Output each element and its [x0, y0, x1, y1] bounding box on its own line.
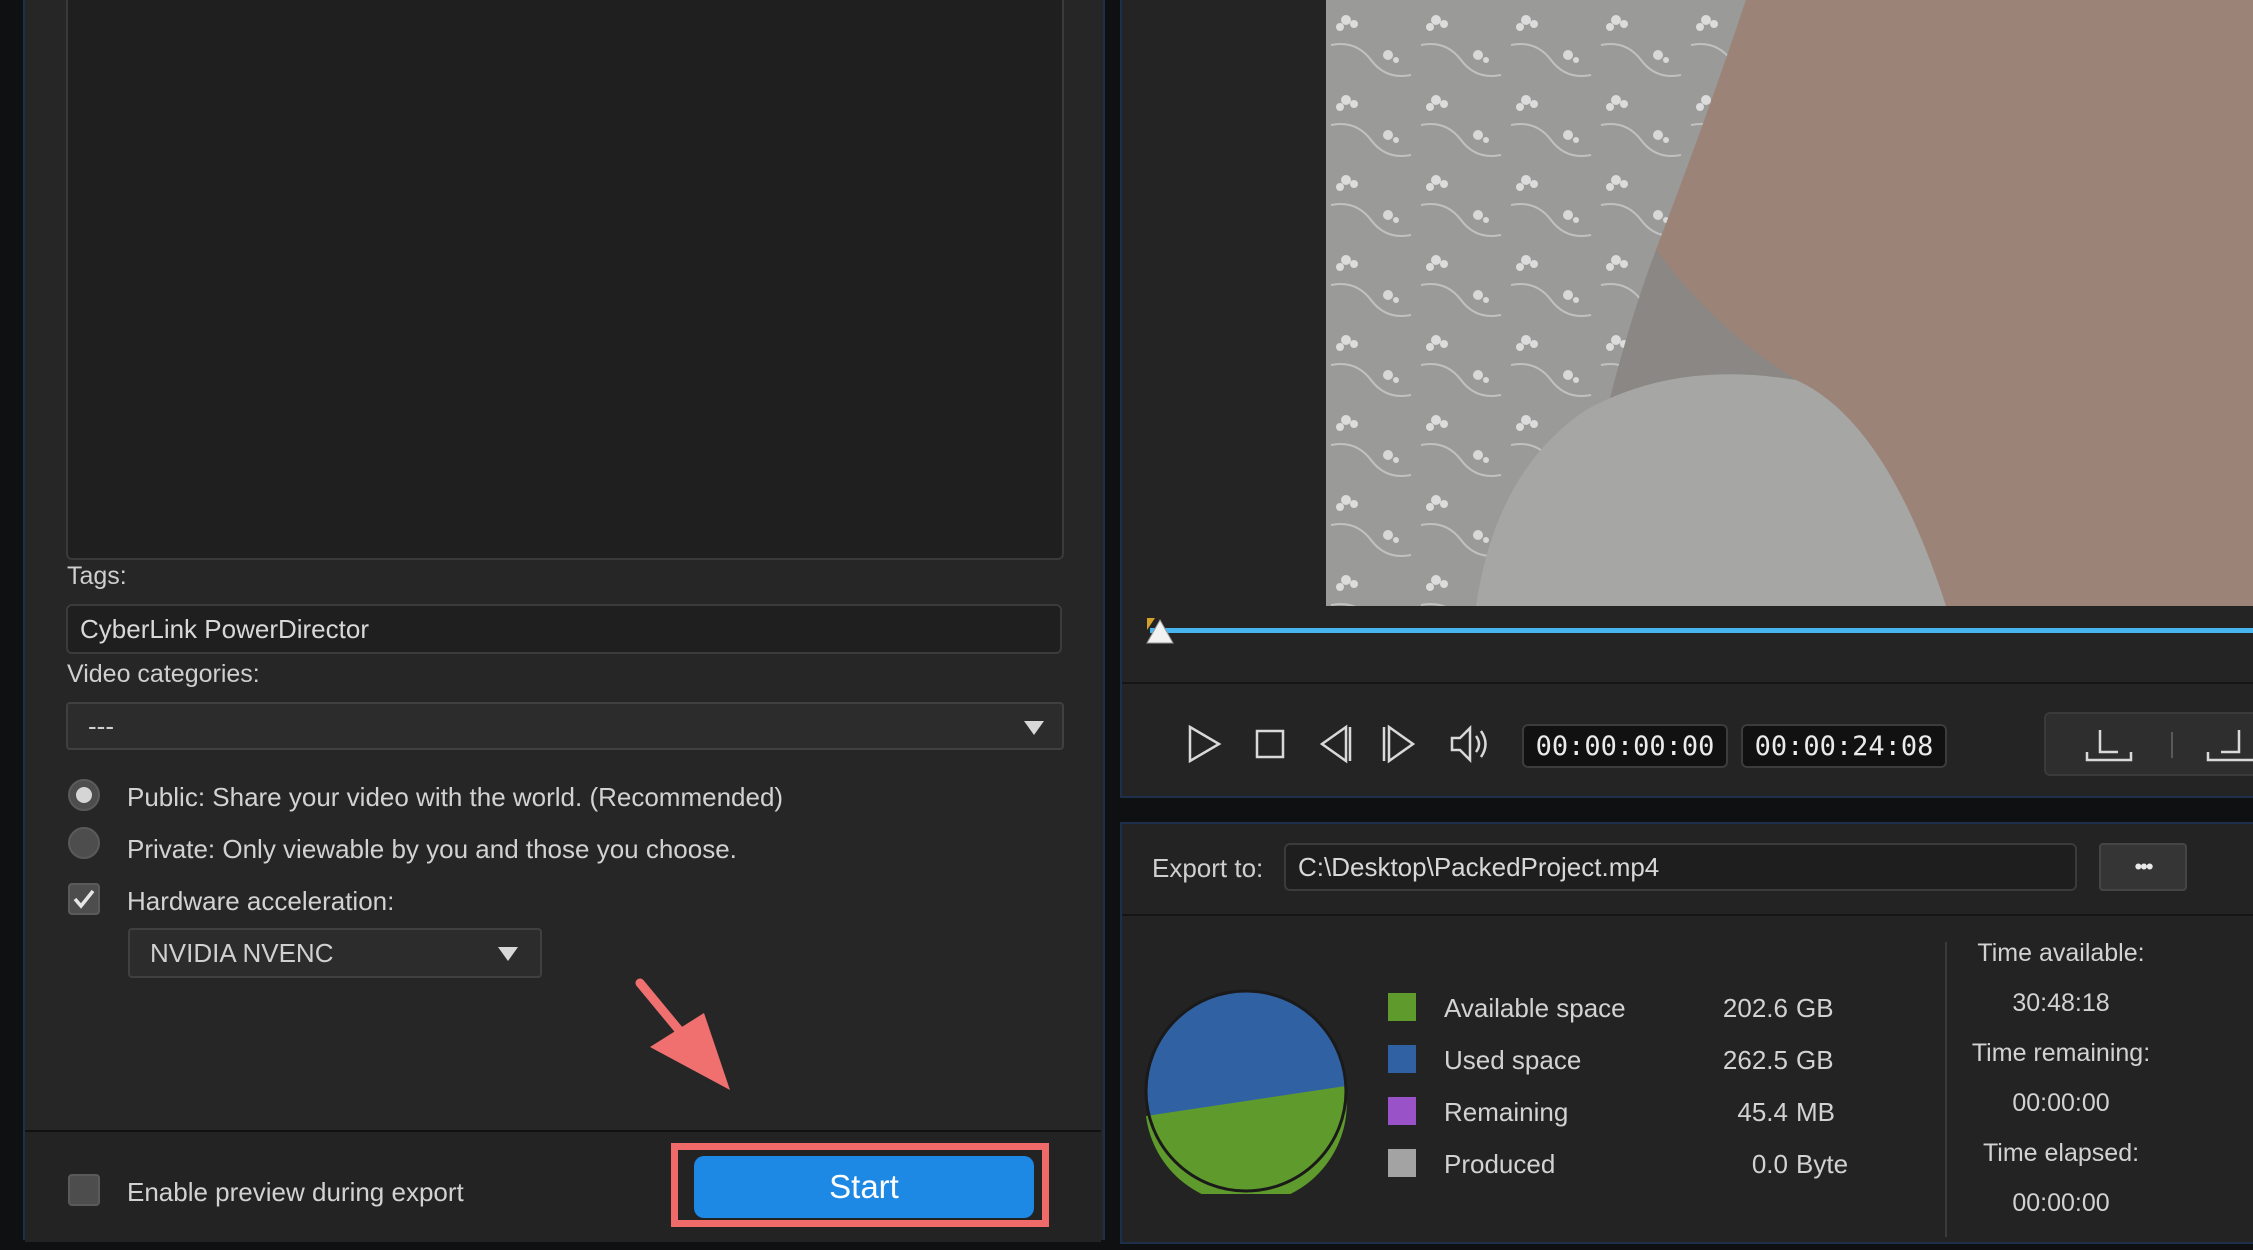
chevron-down-icon — [498, 947, 518, 961]
play-icon[interactable] — [1186, 724, 1222, 764]
legend-unit: MB — [1796, 1097, 1835, 1127]
current-time-display: 00:00:00:00 — [1522, 724, 1728, 768]
checkmark-icon — [73, 889, 95, 909]
legend-row-produced: Produced 0.0 Byte — [1388, 1149, 1888, 1201]
video-categories-value: --- — [88, 710, 114, 741]
legend-swatch — [1388, 1045, 1416, 1073]
divider — [1122, 682, 2253, 684]
volume-icon[interactable] — [1448, 722, 1492, 766]
hardware-acceleration-value: NVIDIA NVENC — [150, 937, 334, 968]
privacy-private-label: Private: Only viewable by you and those … — [127, 834, 737, 864]
tags-label: Tags: — [67, 562, 127, 590]
legend-row-remaining: Remaining 45.4 MB — [1388, 1097, 1888, 1149]
time-elapsed-label: Time elapsed: — [1982, 1139, 2140, 1167]
legend-label: Available space — [1444, 993, 1626, 1023]
hardware-acceleration-checkbox[interactable] — [68, 883, 100, 915]
playhead-marker-icon[interactable] — [1145, 616, 1175, 646]
privacy-public-label: Public: Share your video with the world.… — [127, 782, 784, 812]
hardware-acceleration-label: Hardware acceleration: — [127, 886, 395, 916]
hardware-acceleration-dropdown[interactable]: NVIDIA NVENC — [128, 928, 542, 978]
export-path-value: C:\Desktop\PackedProject.mp4 — [1298, 851, 1660, 882]
video-categories-label: Video categories: — [67, 660, 260, 688]
stop-icon[interactable] — [1254, 728, 1286, 760]
legend-value: 202.6 — [1722, 993, 1788, 1023]
disk-usage-pie-chart — [1144, 989, 1348, 1194]
export-path-input[interactable]: C:\Desktop\PackedProject.mp4 — [1284, 843, 2077, 891]
more-icon: ••• — [2134, 854, 2153, 879]
playback-progress-bar[interactable] — [1150, 628, 2253, 633]
description-textarea[interactable] — [66, 0, 1064, 560]
legend-value: 262.5 — [1722, 1045, 1788, 1075]
time-remaining-value: 00:00:00 — [2012, 1089, 2110, 1117]
privacy-private-radio[interactable] — [68, 827, 100, 859]
legend-unit: Byte — [1796, 1149, 1849, 1179]
tags-input[interactable]: CyberLink PowerDirector — [66, 604, 1062, 654]
radio-selected-dot — [76, 787, 92, 803]
time-available-value: 30:48:18 — [2012, 989, 2110, 1017]
duration-display: 00:00:24:08 — [1741, 724, 1947, 768]
legend-row-available: Available space 202.6 GB — [1388, 993, 1888, 1045]
legend-label: Used space — [1444, 1045, 1582, 1075]
video-thumbnail-image — [1326, 0, 2253, 606]
legend-label: Produced — [1444, 1149, 1556, 1179]
export-to-label: Export to: — [1152, 853, 1264, 883]
annotation-arrow-icon — [635, 978, 730, 1090]
chevron-down-icon — [1024, 721, 1044, 735]
legend-unit: GB — [1796, 1045, 1834, 1075]
video-frame — [1326, 0, 2253, 606]
divider — [2171, 732, 2173, 758]
tags-input-value: CyberLink PowerDirector — [80, 613, 369, 644]
time-available-label: Time available: — [1977, 939, 2145, 967]
legend-swatch — [1388, 1097, 1416, 1125]
privacy-public-radio[interactable] — [68, 779, 100, 811]
previous-frame-icon[interactable] — [1316, 724, 1354, 764]
legend-label: Remaining — [1444, 1097, 1569, 1127]
divider — [1122, 914, 2253, 916]
legend-unit: GB — [1796, 993, 1834, 1023]
start-button[interactable]: Start — [694, 1156, 1034, 1218]
legend-swatch — [1388, 1149, 1416, 1177]
time-elapsed-value: 00:00:00 — [2012, 1189, 2110, 1217]
legend-value: 0.0 — [1751, 1149, 1788, 1179]
legend-row-used: Used space 262.5 GB — [1388, 1045, 1888, 1097]
mark-out-icon[interactable] — [2205, 726, 2253, 764]
enable-preview-checkbox[interactable] — [68, 1174, 100, 1206]
enable-preview-label: Enable preview during export — [127, 1177, 464, 1207]
legend-swatch — [1388, 993, 1416, 1021]
time-remaining-label: Time remaining: — [1971, 1039, 2151, 1067]
mark-in-icon[interactable] — [2084, 726, 2134, 764]
next-frame-icon[interactable] — [1380, 724, 1418, 764]
disk-usage-legend: Available space 202.6 GB Used space 262.… — [1388, 993, 1888, 1201]
legend-value: 45.4 — [1737, 1097, 1788, 1127]
browse-button[interactable]: ••• — [2099, 843, 2187, 891]
video-categories-dropdown[interactable]: --- — [66, 702, 1064, 750]
